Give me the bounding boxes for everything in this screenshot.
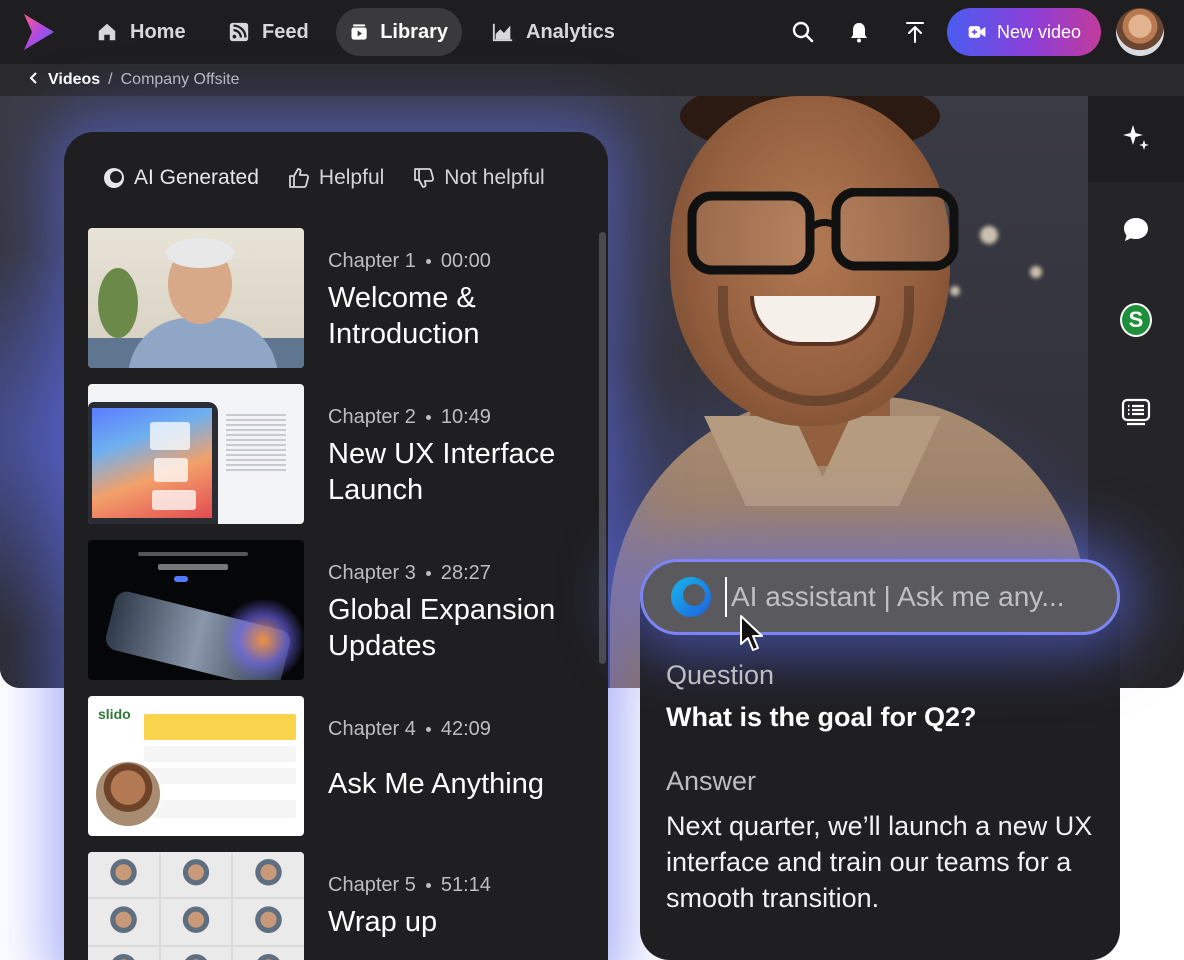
chapter-timestamp: 42:09 bbox=[440, 718, 491, 740]
nav-library[interactable]: Library bbox=[336, 8, 462, 56]
chapter-item[interactable]: Chapter 1 00:00 Welcome & Introduction bbox=[88, 228, 568, 368]
nav-feed[interactable]: Feed bbox=[214, 8, 323, 56]
ai-feedback-bar: AI Generated Helpful Not helpful bbox=[102, 166, 545, 190]
home-icon bbox=[98, 23, 116, 41]
not-helpful-button[interactable]: Not helpful bbox=[412, 166, 545, 190]
user-avatar[interactable] bbox=[1116, 8, 1164, 56]
breadcrumb: Videos / Company Offsite bbox=[0, 64, 1184, 96]
library-icon bbox=[351, 24, 367, 40]
breadcrumb-current: Company Offsite bbox=[120, 71, 240, 88]
dot-separator bbox=[425, 883, 431, 888]
chapter-thumbnail bbox=[88, 852, 304, 960]
helpful-button[interactable]: Helpful bbox=[287, 166, 384, 190]
mouse-pointer-icon bbox=[740, 615, 763, 651]
chapter-number: Chapter 3 bbox=[328, 562, 416, 584]
nav-analytics-label: Analytics bbox=[526, 20, 615, 43]
chapter-meta: Chapter 4 42:09 bbox=[328, 718, 491, 741]
chapter-item[interactable]: Chapter 3 28:27 Global Expansion Updates bbox=[88, 540, 568, 680]
search-icon bbox=[792, 21, 814, 43]
chapter-thumbnail bbox=[88, 540, 304, 680]
chapter-number: Chapter 4 bbox=[328, 718, 416, 740]
transcript-button[interactable] bbox=[1120, 396, 1152, 428]
chapter-thumbnail: slido bbox=[88, 696, 304, 836]
chapters-scrollbar[interactable] bbox=[599, 232, 606, 664]
ai-generated-tag: AI Generated bbox=[102, 166, 259, 190]
analytics-icon bbox=[492, 23, 513, 42]
ai-assistant-logo-icon bbox=[671, 577, 711, 617]
chapter-meta: Chapter 1 00:00 bbox=[328, 250, 491, 273]
transcript-icon bbox=[1121, 398, 1151, 426]
chapter-number: Chapter 5 bbox=[328, 874, 416, 896]
thumbs-down-icon bbox=[414, 168, 435, 188]
breadcrumb-separator: / bbox=[108, 71, 113, 88]
upload-button[interactable] bbox=[901, 18, 929, 46]
slido-button[interactable]: S bbox=[1120, 303, 1152, 337]
dot-separator bbox=[425, 415, 431, 420]
top-navigation-bar: Home Feed Library Analytics New video bbox=[0, 0, 1184, 64]
thumbs-up-icon bbox=[289, 168, 309, 188]
question-text: What is the goal for Q2? bbox=[666, 702, 977, 732]
chapter-meta: Chapter 2 10:49 bbox=[328, 406, 491, 429]
chapter-title: Global Expansion Updates bbox=[328, 594, 556, 662]
ai-assistant-input[interactable] bbox=[731, 581, 1111, 613]
dot-separator bbox=[425, 259, 431, 264]
nav-feed-label: Feed bbox=[262, 20, 309, 43]
chat-bubble-icon bbox=[1124, 218, 1148, 241]
chapter-title: Wrap up bbox=[328, 906, 438, 938]
chapter-item[interactable]: Chapter 5 51:14 Wrap up bbox=[88, 852, 568, 960]
slido-brand: slido bbox=[98, 706, 131, 722]
nav-analytics[interactable]: Analytics bbox=[478, 8, 629, 56]
nav-home[interactable]: Home bbox=[82, 8, 200, 56]
search-button[interactable] bbox=[789, 18, 817, 46]
chapters-panel: AI Generated Helpful Not helpful Chapter… bbox=[64, 132, 608, 960]
dot-separator bbox=[425, 727, 431, 732]
chapter-thumbnail bbox=[88, 228, 304, 368]
presenter-pip-avatar bbox=[94, 760, 162, 828]
text-caret bbox=[725, 577, 727, 617]
nav-home-label: Home bbox=[130, 20, 186, 43]
chapter-title: Welcome & Introduction bbox=[328, 282, 480, 350]
back-chevron-icon[interactable] bbox=[28, 71, 40, 89]
chapter-number: Chapter 1 bbox=[328, 250, 416, 272]
helpful-label: Helpful bbox=[318, 166, 385, 189]
video-camera-icon bbox=[968, 26, 986, 38]
app-logo-icon[interactable] bbox=[20, 12, 58, 52]
ai-sparkle-button[interactable] bbox=[1120, 122, 1152, 154]
chapter-title: New UX Interface Launch bbox=[328, 438, 556, 506]
bell-icon bbox=[851, 23, 867, 43]
answer-text: Next quarter, we’ll launch a new UX inte… bbox=[666, 811, 1093, 913]
glasses-icon bbox=[687, 188, 959, 275]
question-label: Question bbox=[666, 660, 775, 690]
chapter-meta: Chapter 3 28:27 bbox=[328, 562, 491, 585]
chapter-meta: Chapter 5 51:14 bbox=[328, 874, 491, 897]
answer-label: Answer bbox=[666, 766, 757, 796]
sparkle-icon bbox=[1123, 125, 1149, 150]
ai-assistant-input-box[interactable] bbox=[640, 559, 1120, 635]
ai-generated-label: AI Generated bbox=[134, 166, 259, 189]
comments-button[interactable] bbox=[1120, 214, 1152, 246]
upload-icon bbox=[906, 22, 924, 43]
chapter-item[interactable]: slido Chapter 4 42:09 Ask Me Anything bbox=[88, 696, 568, 836]
chapter-item[interactable]: Chapter 2 10:49 New UX Interface Launch bbox=[88, 384, 568, 524]
new-video-label: New video bbox=[996, 21, 1082, 42]
chapter-timestamp: 28:27 bbox=[440, 562, 491, 584]
chapter-title: Ask Me Anything bbox=[328, 768, 544, 800]
chapter-number: Chapter 2 bbox=[328, 406, 416, 428]
not-helpful-label: Not helpful bbox=[444, 166, 545, 189]
nav-library-label: Library bbox=[380, 20, 448, 43]
feed-icon bbox=[229, 22, 249, 42]
chapter-thumbnail bbox=[88, 384, 304, 524]
notifications-button[interactable] bbox=[845, 18, 873, 46]
chapter-timestamp: 00:00 bbox=[440, 250, 491, 272]
slido-badge: S bbox=[1120, 303, 1152, 337]
chapter-timestamp: 51:14 bbox=[440, 874, 491, 896]
dot-separator bbox=[425, 571, 431, 576]
chapter-timestamp: 10:49 bbox=[440, 406, 491, 428]
new-video-button[interactable]: New video bbox=[947, 8, 1101, 56]
breadcrumb-parent-link[interactable]: Videos bbox=[48, 71, 100, 89]
ai-generated-icon bbox=[104, 168, 124, 188]
